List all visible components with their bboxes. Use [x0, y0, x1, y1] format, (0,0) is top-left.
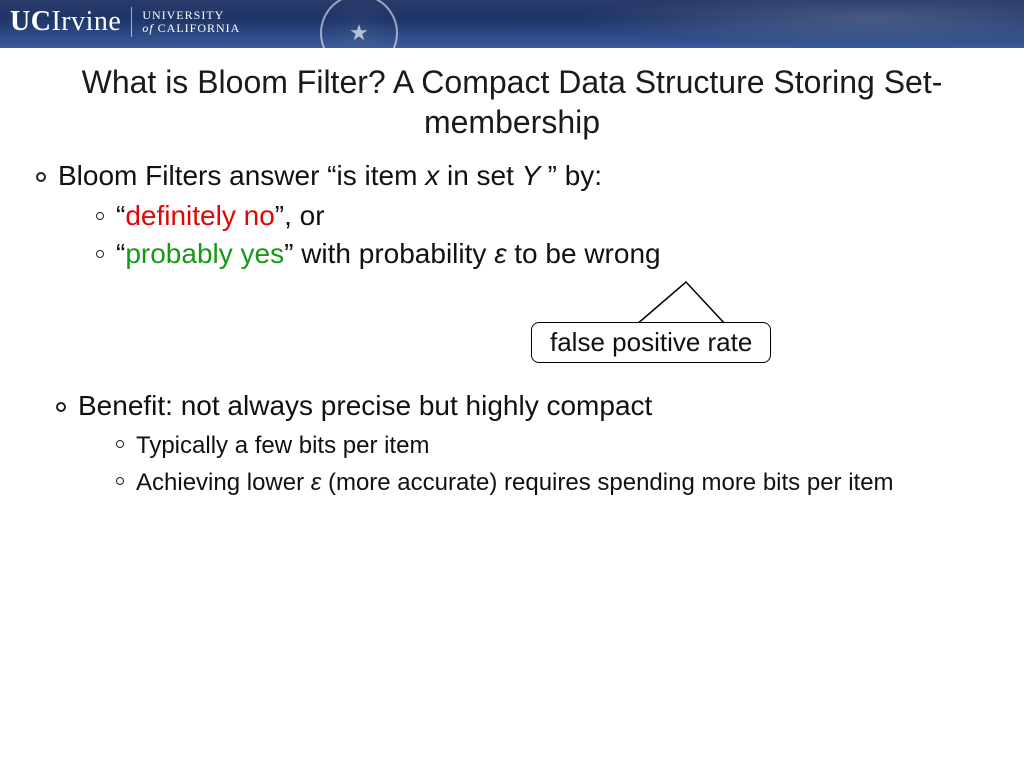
- bullet-icon: [116, 477, 124, 485]
- bullet-2: Benefit: not always precise but highly c…: [56, 390, 988, 422]
- logo-subtext: UNIVERSITY of CALIFORNIA: [142, 9, 240, 35]
- bullet-1-children: “definitely no”, or “probably yes” with …: [96, 200, 988, 270]
- bullet-2-text: Benefit: not always precise but highly c…: [78, 390, 652, 422]
- slide-header: UCIrvine UNIVERSITY of CALIFORNIA: [0, 0, 1024, 48]
- subbullet-2a-text: Typically a few bits per item: [136, 430, 429, 461]
- bullet-1: Bloom Filters answer “is item x in set Y…: [36, 160, 988, 192]
- logo-wordmark: UCIrvine: [10, 6, 121, 38]
- university-seal-icon: [320, 0, 398, 48]
- bullet-icon: [36, 172, 46, 182]
- university-logo: UCIrvine UNIVERSITY of CALIFORNIA: [10, 6, 240, 38]
- subbullet-1a-text: “definitely no”, or: [116, 200, 325, 232]
- logo-separator: [131, 7, 132, 37]
- bullet-2-children: Typically a few bits per item Achieving …: [116, 430, 988, 498]
- logo-sub-line2: of CALIFORNIA: [142, 22, 240, 35]
- logo-uc: UC: [10, 6, 51, 37]
- bullet-icon: [96, 250, 104, 258]
- subbullet-2a: Typically a few bits per item: [116, 430, 988, 461]
- bullet-1-text: Bloom Filters answer “is item x in set Y…: [58, 160, 602, 192]
- subbullet-1a: “definitely no”, or: [96, 200, 988, 232]
- subbullet-1b: “probably yes” with probability ε to be …: [96, 238, 988, 270]
- bullet-icon: [56, 402, 66, 412]
- slide-body: Bloom Filters answer “is item x in set Y…: [0, 142, 1024, 498]
- logo-irvine: Irvine: [51, 6, 121, 37]
- bullet-icon: [96, 212, 104, 220]
- subbullet-1b-text: “probably yes” with probability ε to be …: [116, 238, 661, 270]
- subbullet-2b: Achieving lower ε (more accurate) requir…: [116, 467, 988, 498]
- subbullet-2b-text: Achieving lower ε (more accurate) requir…: [136, 467, 894, 498]
- slide-title: What is Bloom Filter? A Compact Data Str…: [0, 62, 1024, 142]
- callout-box: false positive rate: [531, 322, 771, 363]
- bullet-icon: [116, 440, 124, 448]
- callout-container: false positive rate: [36, 280, 988, 380]
